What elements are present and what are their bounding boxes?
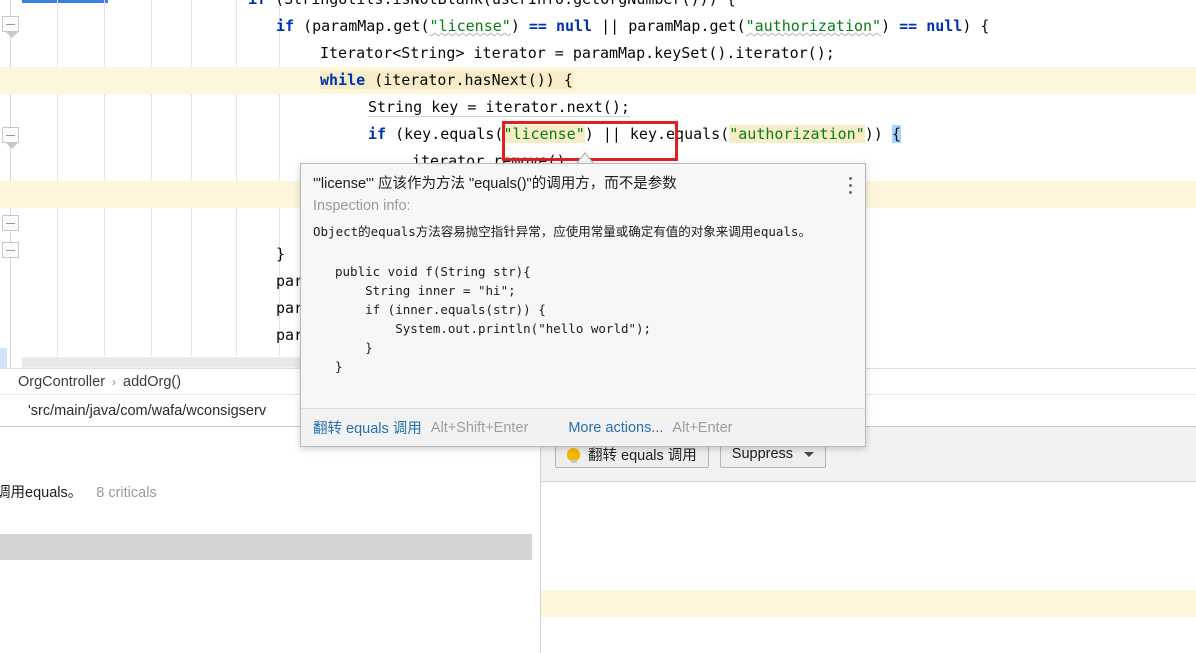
breadcrumb-item-class[interactable]: OrgController [0,374,105,390]
code-token: )) [864,125,892,143]
code-token: (StringUtils.isNotBlank(userInfo.getOrgN… [266,0,736,8]
inspection-tooltip[interactable]: '"license"' 应该作为方法 "equals()"的调用方，而不是参数 … [300,163,866,447]
code-token: "license" [429,17,511,35]
tooltip-title: '"license"' 应该作为方法 "equals()"的调用方，而不是参数 [313,176,677,192]
code-token: if [248,0,266,8]
code-token: "authorization" [729,125,865,143]
code-token: (paramMap.get( [294,17,430,35]
inspection-row[interactable]: 是参数 [0,612,532,638]
code-token: ) [510,17,529,35]
code-token: { [891,125,901,143]
inspection-description-text: 确定有值的对象来调用equals。 [0,485,83,501]
code-token: == [899,17,918,35]
inspection-results-panel: 确定有值的对象来调用equals。 8 criticals 而不是参数用方，而不是… [0,426,1196,653]
criticals-badge: 8 criticals [96,485,157,501]
code-line: if (paramMap.get("license") == null || p… [541,482,1196,509]
code-line: if (StringUtils.isNotBlank(userInfo.getO… [0,0,1196,13]
code-token: } [276,245,286,263]
tooltip-action-more[interactable]: More actions... [568,420,663,436]
tooltip-shortcut-flip-equals: Alt+Shift+Enter [430,419,529,436]
code-line: if (paramMap.get("license") == null || p… [0,13,1196,40]
tooltip-description: Object的equals方法容易抛空指针异常，应使用常量或确定有值的对象来调用… [313,224,811,239]
code-line: Iterator<String> iterator = paramMap.key… [541,509,1196,536]
tooltip-shortcut-more: Alt+Enter [672,419,733,436]
inspection-code-preview: if (paramMap.get("license") == null || p… [541,482,1196,653]
breadcrumb-separator-icon: › [112,375,117,389]
inspection-rows[interactable]: 而不是参数用方，而不是参数是参数是参数 [0,534,532,638]
code-token: if [276,17,295,35]
ide-window: if (StringUtils.isNotBlank(userInfo.getO… [0,0,1196,653]
code-token: null [926,17,963,35]
tooltip-actions[interactable]: 翻转 equals 调用 Alt+Shift+Enter More action… [301,408,865,446]
code-token: || paramMap.get( [592,17,746,35]
code-token: (iterator.hasNext()) { [365,71,573,89]
inspection-row-label: 而不是参数 [0,534,532,560]
more-vertical-icon[interactable] [849,177,853,195]
tooltip-body: '"license"' 应该作为方法 "equals()"的调用方，而不是参数 … [301,164,865,409]
file-path-text: 'src/main/java/com/wafa/wconsigserv [28,403,267,419]
inspection-row[interactable]: 而不是参数 [0,534,532,560]
tooltip-action-flip-equals[interactable]: 翻转 equals 调用 [301,417,422,438]
code-line: if (key.equals("license") [541,590,1196,617]
lightbulb-icon [567,447,580,463]
code-line: String key = iterator.next(); [0,94,1196,121]
code-token: (key.equals( [386,125,504,143]
inspection-row[interactable]: 用方，而不是参数 [0,560,532,586]
gutter-change-marker [0,348,7,368]
inspection-row-label: 是参数 [0,612,532,638]
inspection-description: 确定有值的对象来调用equals。 8 criticals [0,481,532,502]
code-token: Iterator<String> iterator = paramMap.key… [320,44,835,62]
inspection-row-label: 用方，而不是参数 [0,560,532,586]
code-token: ) { [962,17,990,35]
code-token: while [320,71,366,89]
tooltip-subtitle: Inspection info: [313,198,411,214]
inspection-row[interactable]: 是参数 [0,586,532,612]
inspection-preview-pane: 翻转 equals 调用 Suppress if (paramMap.get("… [540,427,1196,653]
code-token: ) [881,17,900,35]
code-line: iterator.remove(); [541,617,1196,644]
code-line: while (iterator.hasNext()) { [541,536,1196,563]
code-line: Iterator<String> iterator = paramMap.key… [0,40,1196,67]
code-token: "authorization" [745,17,882,35]
code-line: String key = iterator.next(); [541,563,1196,590]
suppress-label: Suppress [731,446,794,462]
panel-splitter[interactable] [532,427,540,653]
code-line: while (iterator.hasNext()) { [0,67,1196,94]
code-token: null [555,17,593,35]
chevron-down-icon [804,451,815,457]
inspection-row-label: 是参数 [0,586,532,612]
code-token: == [528,17,547,35]
inspection-list-pane[interactable]: 确定有值的对象来调用equals。 8 criticals 而不是参数用方，而不是… [0,427,532,653]
breadcrumb-item-method[interactable]: addOrg() [123,374,181,390]
tooltip-code-sample: public void f(String str){ String inner … [335,264,652,374]
code-token: if [368,125,387,143]
code-token: String key = iterator.next(); [368,98,630,117]
